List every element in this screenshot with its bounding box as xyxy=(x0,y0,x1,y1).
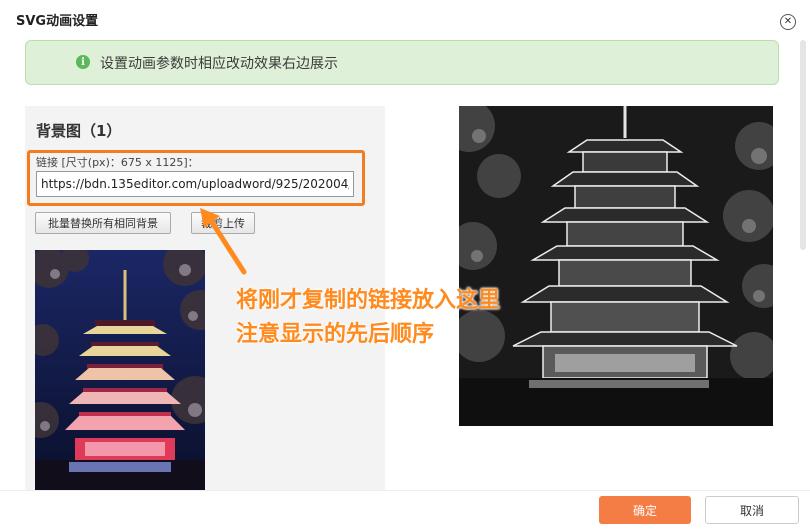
preview-image xyxy=(459,106,773,426)
annotation-line-2: 注意显示的先后顺序 xyxy=(236,322,435,347)
background-thumbnail xyxy=(35,250,205,490)
instruction-annotation: 将刚才复制的链接放入这里 注意显示的先后顺序 xyxy=(236,284,500,352)
alert-text: 设置动画参数时相应改动效果右边展示 xyxy=(100,55,338,72)
panel-title: 背景图（1） xyxy=(36,122,122,140)
annotation-arrow xyxy=(200,208,247,275)
image-url-input[interactable] xyxy=(36,171,354,197)
cancel-button[interactable]: 取消 xyxy=(705,496,799,524)
link-label: 链接 [尺寸(px)：675 x 1125]： xyxy=(36,156,199,169)
info-alert: i 设置动画参数时相应改动效果右边展示 xyxy=(25,40,779,85)
footer-divider xyxy=(0,490,810,491)
dialog-title: SVG动画设置 xyxy=(16,14,99,29)
close-icon[interactable]: ✕ xyxy=(780,14,796,30)
info-icon: i xyxy=(76,55,90,69)
confirm-button[interactable]: 确定 xyxy=(599,496,691,524)
annotation-line-1: 将刚才复制的链接放入这里 xyxy=(236,288,501,313)
dialog-scrollbar[interactable] xyxy=(800,40,806,250)
replace-all-button[interactable]: 批量替换所有相同背景 xyxy=(35,212,171,234)
